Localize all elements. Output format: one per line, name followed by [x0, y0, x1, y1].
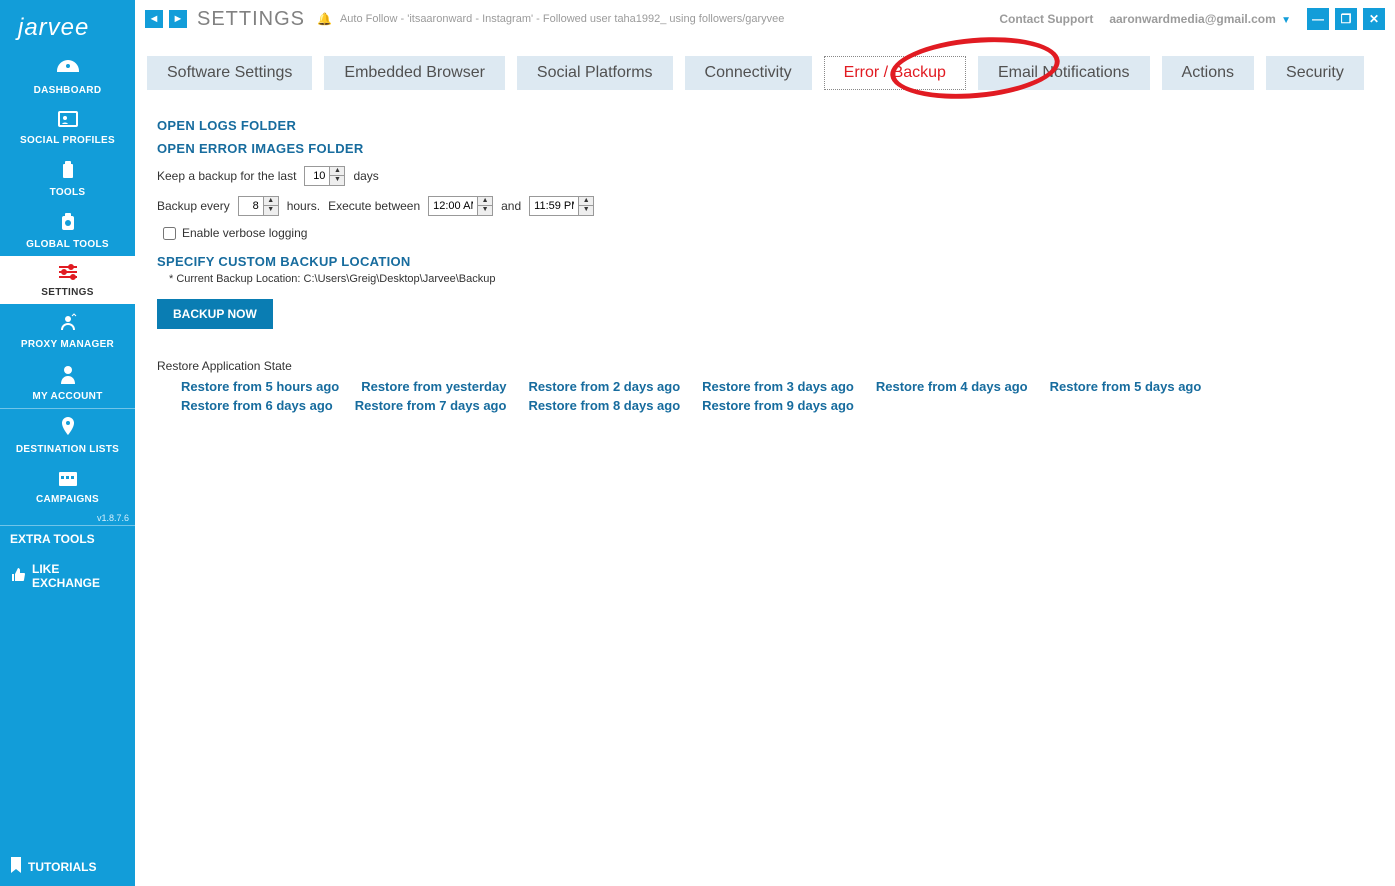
bell-icon[interactable]: 🔔: [317, 12, 332, 26]
profiles-icon: [0, 110, 135, 133]
tab-embedded-browser[interactable]: Embedded Browser: [324, 56, 505, 90]
settings-icon: [0, 264, 135, 285]
restore-link[interactable]: Restore from yesterday: [361, 379, 506, 394]
sidebar-item-my-account[interactable]: MY ACCOUNT: [0, 356, 135, 408]
tab-software-settings[interactable]: Software Settings: [147, 56, 312, 90]
restore-link[interactable]: Restore from 9 days ago: [702, 398, 854, 413]
sidebar-item-tools[interactable]: TOOLS: [0, 152, 135, 204]
proxy-icon: [0, 312, 135, 337]
tab-social-platforms[interactable]: Social Platforms: [517, 56, 673, 90]
close-button[interactable]: ✕: [1363, 8, 1385, 30]
restore-link[interactable]: Restore from 6 days ago: [181, 398, 333, 413]
sidebar-item-proxy-manager[interactable]: PROXY MANAGER: [0, 304, 135, 356]
tabs-row: Software Settings Embedded Browser Socia…: [135, 38, 1395, 98]
spinner-down-icon[interactable]: ▼: [579, 206, 593, 215]
tab-security[interactable]: Security: [1266, 56, 1364, 90]
extra-tools-heading: EXTRA TOOLS: [0, 526, 135, 552]
restore-link[interactable]: Restore from 2 days ago: [528, 379, 680, 394]
calendar-icon: [0, 469, 135, 492]
backup-every-row: Backup every ▲▼ hours. Execute between ▲…: [157, 196, 1373, 216]
restore-link[interactable]: Restore from 5 days ago: [1050, 379, 1202, 394]
sidebar-item-destination-lists[interactable]: DESTINATION LISTS: [0, 409, 135, 461]
maximize-button[interactable]: ❐: [1335, 8, 1357, 30]
custom-backup-location-link[interactable]: SPECIFY CUSTOM BACKUP LOCATION: [157, 254, 1373, 269]
restore-heading: Restore Application State: [157, 359, 1373, 373]
spinner-down-icon[interactable]: ▼: [330, 176, 344, 185]
open-error-images-folder-link[interactable]: OPEN ERROR IMAGES FOLDER: [157, 141, 1373, 156]
minimize-button[interactable]: —: [1307, 8, 1329, 30]
restore-link[interactable]: Restore from 7 days ago: [355, 398, 507, 413]
main-panel: ◄ ► SETTINGS 🔔 Auto Follow - 'itsaaronwa…: [135, 0, 1395, 886]
topbar: ◄ ► SETTINGS 🔔 Auto Follow - 'itsaaronwa…: [135, 0, 1395, 38]
spinner-up-icon[interactable]: ▲: [579, 197, 593, 206]
thumbs-up-icon: [10, 567, 26, 586]
spinner-down-icon[interactable]: ▼: [478, 206, 492, 215]
pin-icon: [0, 417, 135, 442]
spinner-up-icon[interactable]: ▲: [478, 197, 492, 206]
backup-every-hours-spinner[interactable]: ▲▼: [238, 196, 279, 216]
app-logo: jarvee: [0, 0, 135, 52]
tab-error-backup[interactable]: Error / Backup: [824, 56, 966, 90]
keep-backup-row: Keep a backup for the last ▲▼ days: [157, 166, 1373, 186]
restore-link[interactable]: Restore from 3 days ago: [702, 379, 854, 394]
version-label: v1.8.7.6: [0, 511, 135, 525]
dashboard-icon: [0, 60, 135, 83]
sidebar-item-settings[interactable]: SETTINGS: [0, 256, 135, 304]
current-backup-path: * Current Backup Location: C:\Users\Grei…: [169, 273, 1373, 285]
restore-link[interactable]: Restore from 5 hours ago: [181, 379, 339, 394]
tools-icon: [0, 160, 135, 185]
restore-link[interactable]: Restore from 8 days ago: [528, 398, 680, 413]
sidebar-item-dashboard[interactable]: DASHBOARD: [0, 52, 135, 102]
backup-now-button[interactable]: BACKUP NOW: [157, 299, 273, 329]
keep-backup-days-spinner[interactable]: ▲▼: [304, 166, 345, 186]
account-icon: [0, 364, 135, 389]
contact-support-link[interactable]: Contact Support: [999, 12, 1093, 26]
bookmark-icon: [10, 857, 22, 876]
spinner-down-icon[interactable]: ▼: [264, 206, 278, 215]
open-logs-folder-link[interactable]: OPEN LOGS FOLDER: [157, 118, 1373, 133]
page-title: SETTINGS: [197, 8, 305, 31]
verbose-logging-checkbox[interactable]: Enable verbose logging: [163, 226, 1373, 240]
execute-to-time-spinner[interactable]: ▲▼: [529, 196, 594, 216]
sidebar-item-tutorials[interactable]: TUTORIALS: [10, 857, 96, 876]
spinner-up-icon[interactable]: ▲: [330, 167, 344, 176]
nav-forward-button[interactable]: ►: [169, 10, 187, 28]
tab-email-notifications[interactable]: Email Notifications: [978, 56, 1150, 90]
content-area: OPEN LOGS FOLDER OPEN ERROR IMAGES FOLDE…: [135, 98, 1395, 427]
execute-from-time-spinner[interactable]: ▲▼: [428, 196, 493, 216]
tab-connectivity[interactable]: Connectivity: [685, 56, 812, 90]
account-email-dropdown[interactable]: aaronwardmedia@gmail.com ▼: [1109, 12, 1291, 26]
chevron-down-icon: ▼: [1281, 15, 1291, 26]
nav-back-button[interactable]: ◄: [145, 10, 163, 28]
sidebar-item-global-tools[interactable]: GLOBAL TOOLS: [0, 204, 135, 256]
global-tools-icon: [0, 212, 135, 237]
restore-link[interactable]: Restore from 4 days ago: [876, 379, 1028, 394]
restore-links-container: Restore from 5 hours ago Restore from ye…: [181, 379, 1341, 417]
sidebar: jarvee DASHBOARD SOCIAL PROFILES TOOLS G…: [0, 0, 135, 886]
notification-text: Auto Follow - 'itsaaronward - Instagram'…: [340, 13, 993, 25]
sidebar-item-like-exchange[interactable]: LIKE EXCHANGE: [0, 552, 135, 600]
tab-actions[interactable]: Actions: [1162, 56, 1254, 90]
sidebar-item-campaigns[interactable]: CAMPAIGNS: [0, 461, 135, 511]
sidebar-item-social-profiles[interactable]: SOCIAL PROFILES: [0, 102, 135, 152]
spinner-up-icon[interactable]: ▲: [264, 197, 278, 206]
